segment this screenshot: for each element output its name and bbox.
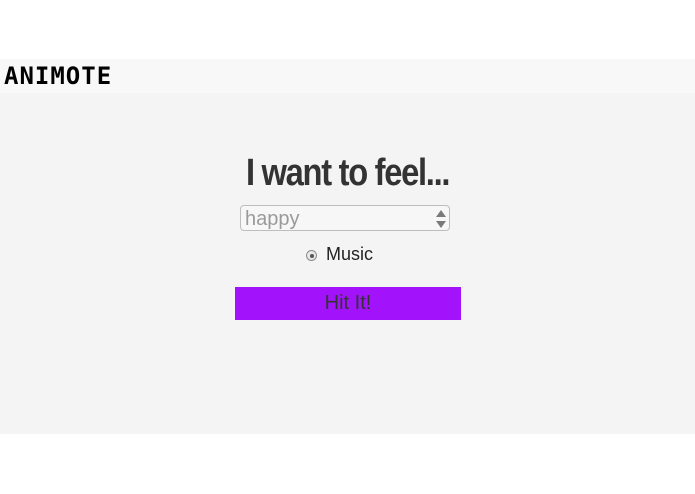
main-panel: I want to feel... happy Music Hit It! <box>0 93 695 434</box>
music-radio-label: Music <box>326 244 374 264</box>
animote-logo[interactable]: ANIMOTE <box>4 62 112 90</box>
feeling-select-value: happy <box>245 208 300 230</box>
feeling-select[interactable]: happy <box>240 205 450 231</box>
top-bar: ANIMOTE <box>0 59 695 93</box>
hit-it-button[interactable]: Hit It! <box>235 287 461 320</box>
up-down-arrows-icon <box>435 209 447 229</box>
music-radio-button[interactable] <box>306 250 317 261</box>
page-title: I want to feel... <box>245 152 451 194</box>
